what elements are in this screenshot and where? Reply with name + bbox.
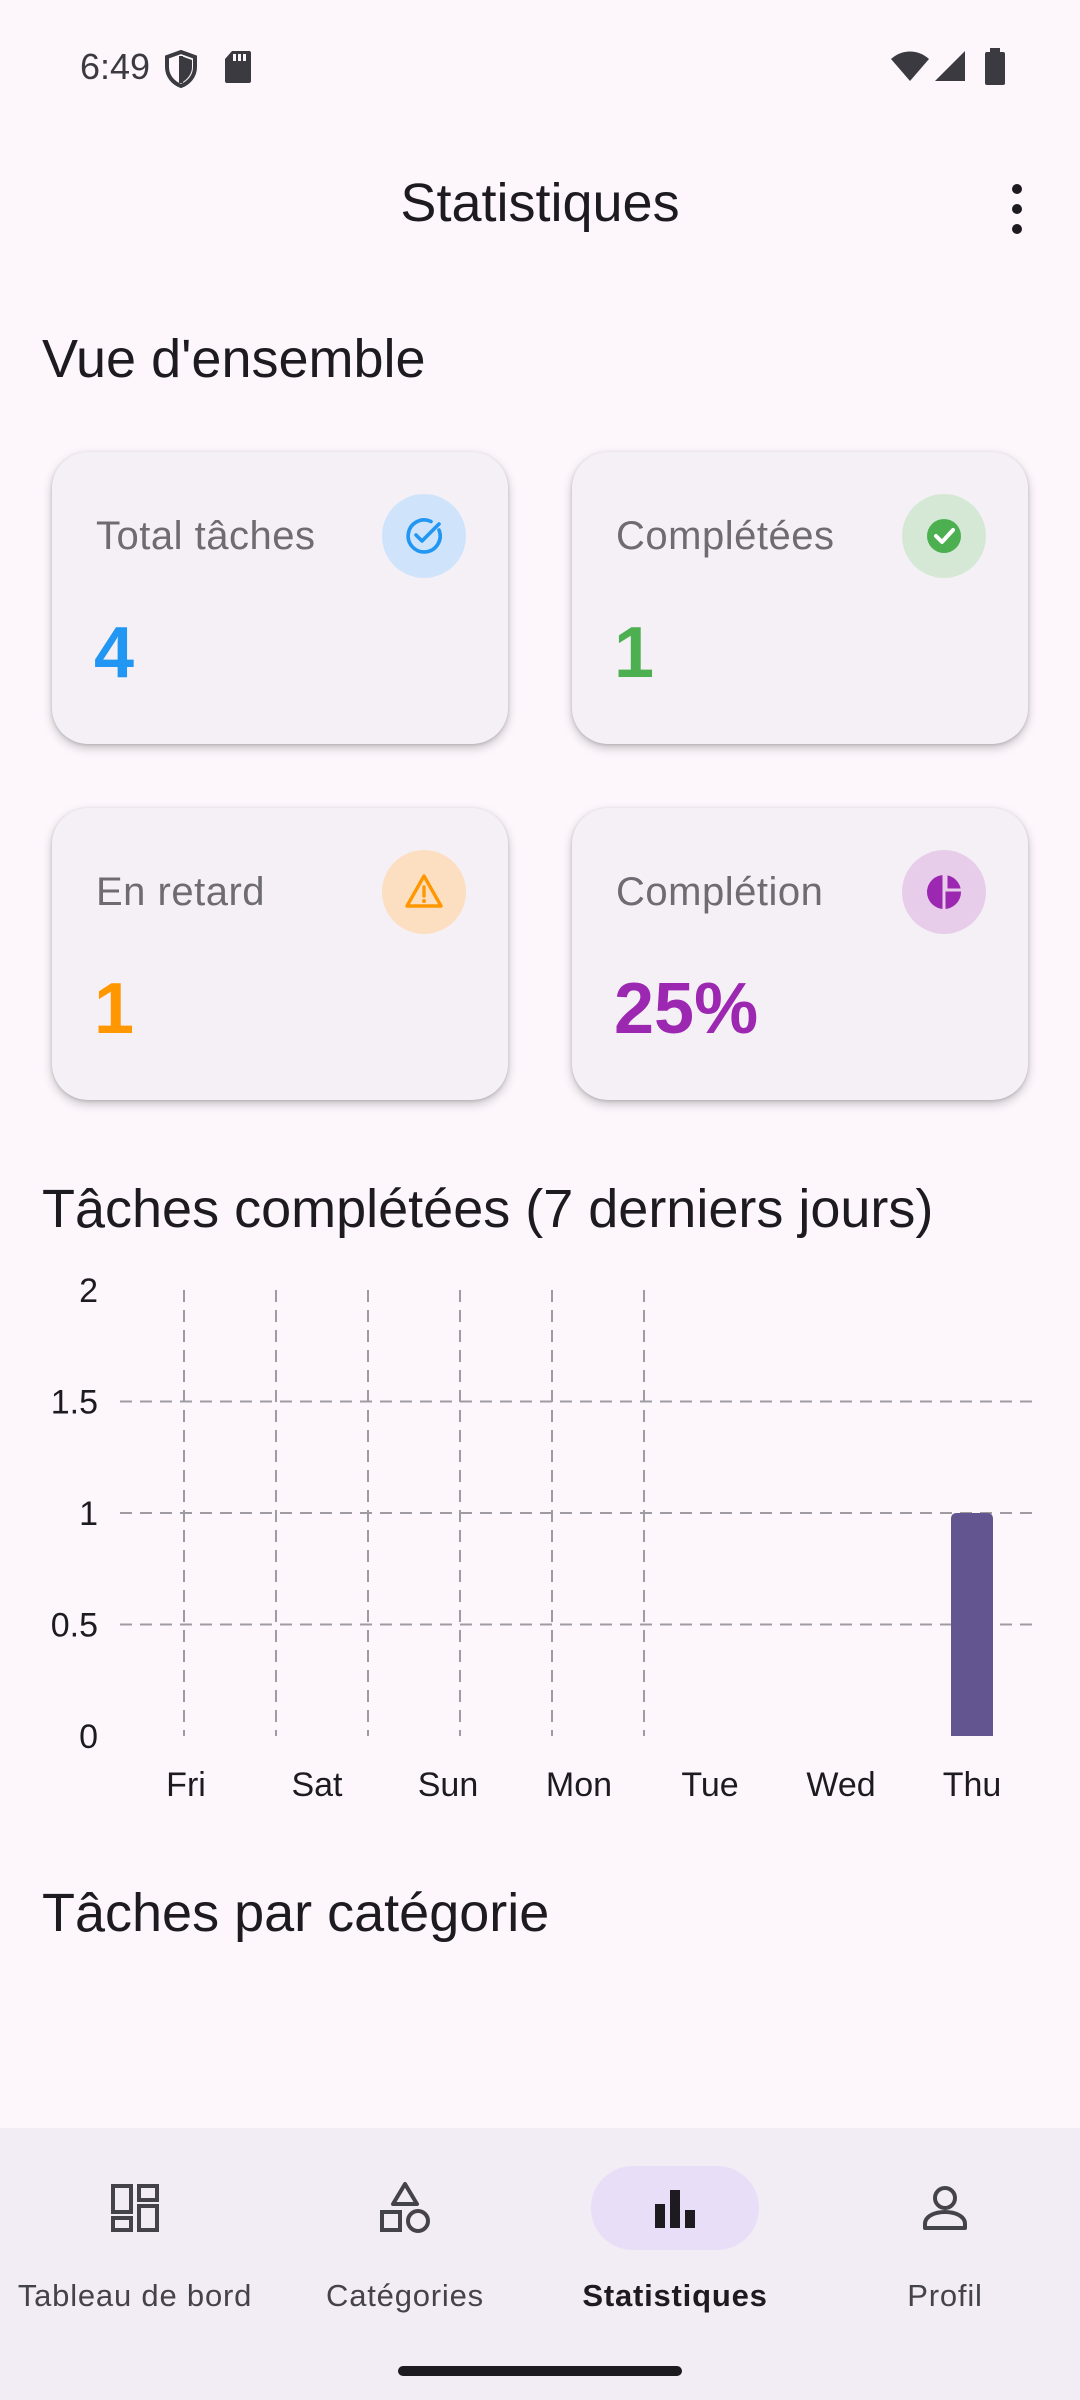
statistics-screen: 6:49 Statistiques Vue d'ensemble Total t… <box>0 0 1080 2400</box>
status-bar: 6:49 <box>0 0 1080 110</box>
nav-label: Tableau de bord <box>17 2278 253 2313</box>
stat-card-value: 1 <box>94 969 135 1049</box>
stat-card-overdue: En retard 1 <box>52 808 508 1100</box>
stat-card-label: Complétion <box>616 870 824 914</box>
stat-card-completed: Complétées 1 <box>572 452 1028 744</box>
stat-card-total-tasks: Total tâches 4 <box>52 452 508 744</box>
stat-card-value: 1 <box>614 613 655 693</box>
nav-item-profile[interactable]: Profil <box>810 2128 1080 2338</box>
more-options-button[interactable] <box>992 178 1042 240</box>
chart-y-tick-label: 1 <box>79 1495 98 1533</box>
chart-y-tick-label: 1.5 <box>51 1384 98 1422</box>
wifi-icon <box>891 51 929 81</box>
chart-x-tick-label: Thu <box>943 1766 1002 1804</box>
stat-card-label: En retard <box>96 870 266 914</box>
chart-y-tick-label: 0.5 <box>51 1607 98 1645</box>
chart-x-tick-label: Tue <box>681 1766 738 1804</box>
dashboard-icon <box>111 2184 159 2232</box>
status-time: 6:49 <box>80 46 151 87</box>
nav-item-statistics[interactable]: Statistiques <box>540 2128 810 2338</box>
bottom-navigation-bar: Tableau de bord Catégories Statistiques <box>0 2128 1080 2400</box>
sd-card-icon <box>225 51 251 83</box>
chart-x-tick-label: Wed <box>806 1766 875 1804</box>
chart-x-tick-label: Sun <box>418 1766 479 1804</box>
page-title: Statistiques <box>400 173 680 233</box>
category-shapes-icon <box>380 2182 430 2233</box>
completed-chart-title: Tâches complétées (7 derniers jours) <box>42 1179 934 1239</box>
more-vert-icon <box>1012 184 1022 234</box>
nav-label: Statistiques <box>582 2278 768 2313</box>
task-check-icon <box>382 494 466 578</box>
nav-label: Profil <box>907 2278 983 2313</box>
chart-x-tick-label: Mon <box>546 1766 612 1804</box>
chart-y-tick-label: 0 <box>79 1718 98 1756</box>
check-circle-icon <box>902 494 986 578</box>
pie-chart-icon <box>902 850 986 934</box>
stat-card-label: Complétées <box>616 514 835 558</box>
chart-bar-thu <box>951 1513 993 1736</box>
battery-icon <box>985 48 1005 85</box>
chart-y-tick-label: 2 <box>79 1272 98 1310</box>
overview-section-title: Vue d'ensemble <box>42 329 426 389</box>
nav-item-dashboard[interactable]: Tableau de bord <box>0 2128 270 2338</box>
home-indicator <box>398 2366 682 2376</box>
cellular-signal-icon <box>935 51 965 81</box>
completed-tasks-bar-chart: 0 0.5 1 1.5 2 Fri Sat Sun Mon Tue Wed Thu <box>51 1272 1038 1804</box>
chart-x-tick-label: Fri <box>166 1766 206 1804</box>
nav-label: Catégories <box>326 2278 484 2313</box>
by-category-section-title: Tâches par catégorie <box>42 1883 550 1943</box>
stat-card-completion-rate: Complétion 25% <box>572 808 1028 1100</box>
stat-card-value: 4 <box>94 613 135 693</box>
nav-item-categories[interactable]: Catégories <box>270 2128 540 2338</box>
bar-chart-icon <box>655 2190 695 2228</box>
chart-x-tick-label: Sat <box>291 1766 343 1804</box>
shield-icon <box>165 50 197 88</box>
stat-card-value: 25% <box>614 969 759 1049</box>
person-icon <box>923 2186 967 2230</box>
stat-card-label: Total tâches <box>96 514 316 558</box>
warning-icon <box>382 850 466 934</box>
